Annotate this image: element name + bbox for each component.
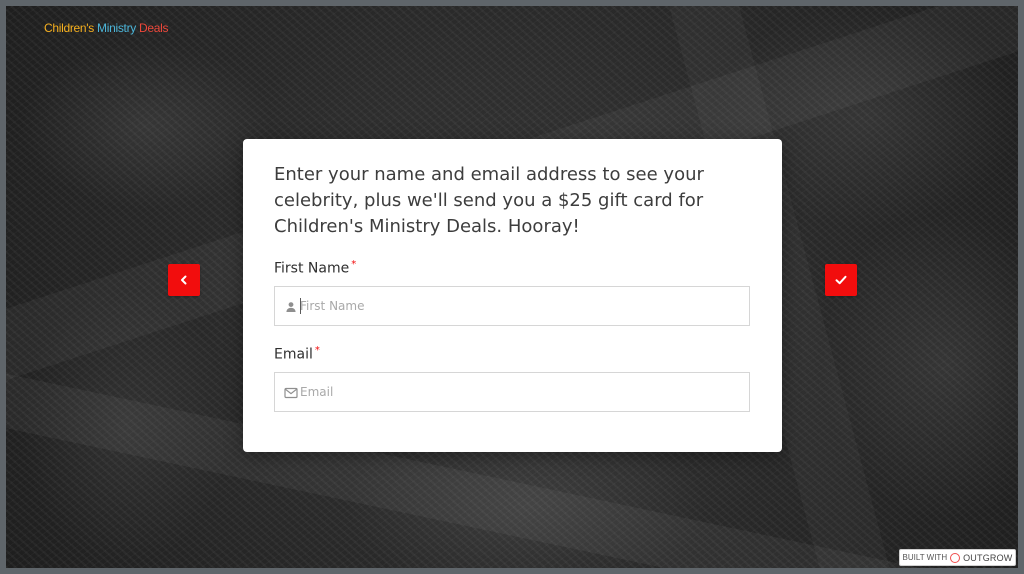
required-indicator: * bbox=[351, 259, 357, 270]
built-with-text: BUILT WITH bbox=[902, 553, 948, 562]
first-name-field[interactable] bbox=[274, 286, 750, 326]
outgrow-brand-text: OUTGROW bbox=[963, 552, 1013, 563]
previous-button[interactable] bbox=[168, 264, 200, 296]
email-label: Email * bbox=[274, 342, 320, 364]
first-name-input[interactable] bbox=[300, 287, 730, 325]
brand-logo-word-2: Ministry bbox=[97, 21, 136, 35]
first-name-label: First Name * bbox=[274, 256, 356, 278]
user-icon bbox=[283, 299, 299, 315]
first-name-label-text: First Name bbox=[274, 260, 350, 277]
brand-logo-word-1: Children's bbox=[44, 21, 94, 35]
mail-icon bbox=[283, 385, 299, 401]
built-with-outgrow-badge[interactable]: BUILT WITH OUTGROW bbox=[899, 549, 1016, 566]
checkmark-icon bbox=[835, 275, 847, 285]
brand-logo[interactable]: Children's Ministry Deals bbox=[44, 21, 169, 35]
email-field[interactable] bbox=[274, 372, 750, 412]
chevron-left-icon bbox=[181, 275, 187, 285]
lead-form-card: Enter your name and email address to see… bbox=[243, 139, 782, 452]
email-label-text: Email bbox=[274, 346, 313, 363]
outgrow-logo-icon bbox=[950, 552, 961, 563]
submit-next-button[interactable] bbox=[825, 264, 857, 296]
required-indicator: * bbox=[314, 345, 320, 356]
background-stage: Children's Ministry Deals Enter your nam… bbox=[6, 6, 1018, 568]
brand-logo-word-3: Deals bbox=[139, 21, 169, 35]
form-title: Enter your name and email address to see… bbox=[274, 164, 704, 237]
email-input[interactable] bbox=[300, 373, 730, 411]
